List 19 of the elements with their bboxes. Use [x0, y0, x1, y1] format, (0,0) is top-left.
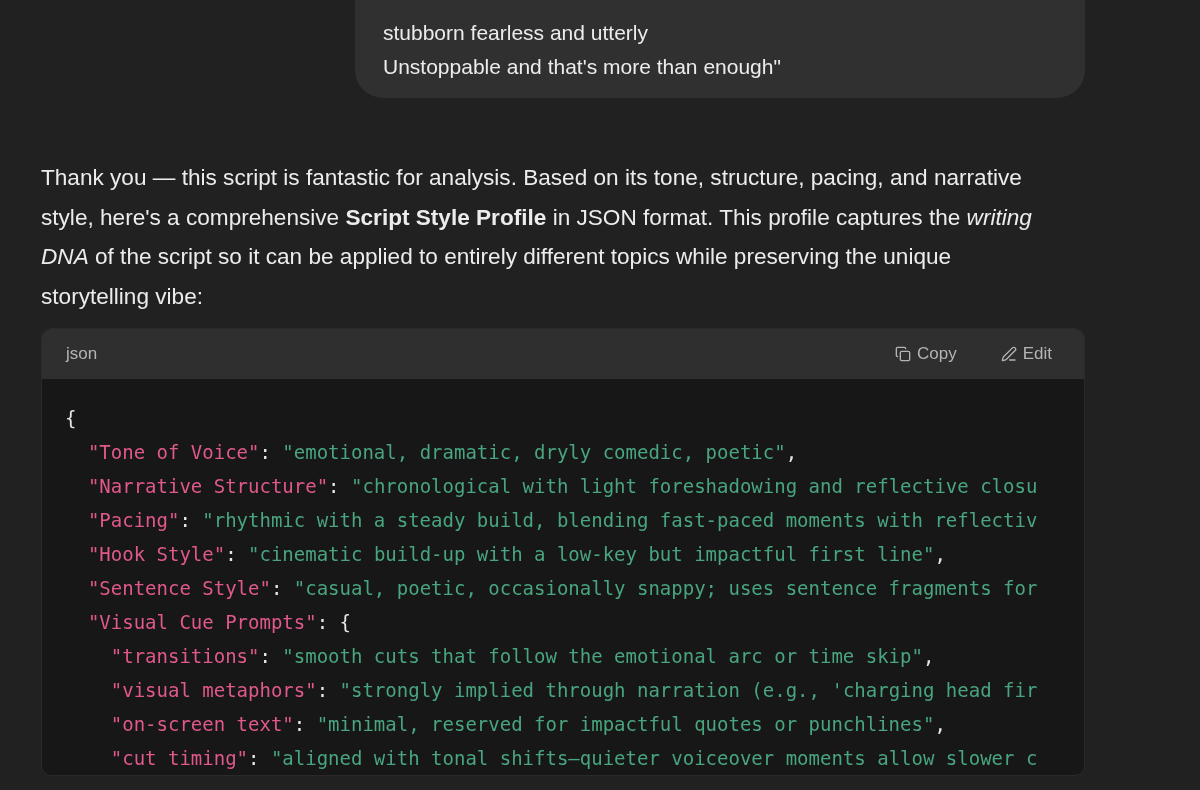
message-text: stubborn fearless and utterly [383, 20, 649, 46]
pencil-icon [1000, 346, 1017, 362]
code-line: "Narrative Structure": "chronological with light foreshadowing and reflective closu [86, 474, 1039, 499]
code-line: { [65, 406, 78, 431]
code-line: "Tone of Voice": "emotional, dramatic, dryly comedic, poetic", [86, 440, 799, 465]
message-text: Unstoppable and that's more than enough" [383, 54, 782, 80]
code-line: "cut timing": "aligned with tonal shifts—quieter voiceover moments allow slower c [109, 746, 1039, 771]
code-line: "Sentence Style": "casual, poetic, occasionally snappy; uses sentence fragments for [86, 576, 1039, 601]
copy-icon [895, 346, 911, 362]
copy-button[interactable]: Copy [887, 344, 965, 364]
code-line: "transitions": "smooth cuts that follow the emotional arc or time skip", [109, 644, 936, 669]
language-label: json [66, 344, 98, 364]
code-line: "Visual Cue Prompts": { [86, 610, 352, 635]
code-line: "on-screen text": "minimal, reserved for impactful quotes or punchlines", [109, 712, 947, 737]
code-line: "Pacing": "rhythmic with a steady build, blending fast-paced moments with reflectiv [86, 508, 1039, 533]
edit-button[interactable]: Edit [992, 344, 1060, 364]
code-line: "visual metaphors": "strongly implied through narration (e.g., 'charging head fir [109, 678, 1039, 703]
reply-paragraph: Thank you — this script is fantastic for analysis. Based on its tone, structure, pacing, and narrative style, here's a comprehensive Script Style Profile in JSON format. This profile captures the writing DNA of the script so it can be applied to entirely different topics while preserving the unique storytelling vibe: [41, 164, 1033, 311]
code-line: "Hook Style": "cinematic build-up with a low-key but impactful first line", [86, 542, 947, 567]
